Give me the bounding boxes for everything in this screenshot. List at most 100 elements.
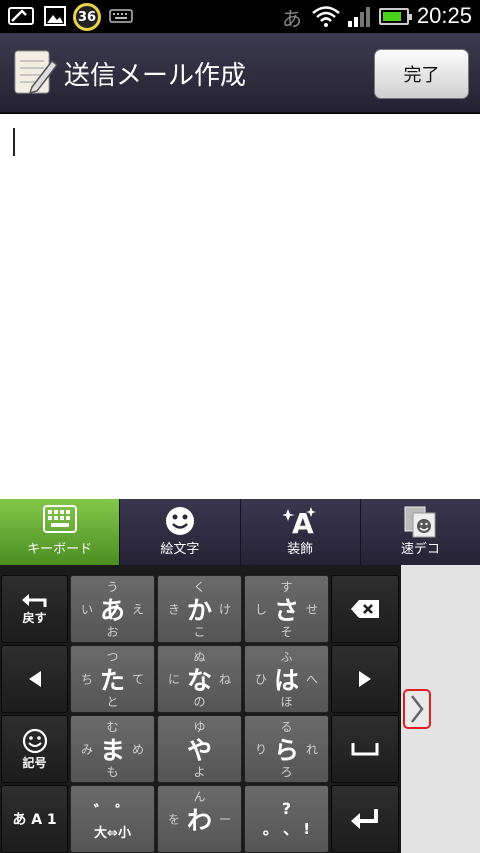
key-main: わ	[186, 806, 212, 835]
kana-key-sa[interactable]: す し さ せ そ	[244, 575, 329, 643]
flick-up: ん	[193, 790, 206, 804]
symbol-label: 記号	[22, 755, 47, 770]
tab-emoji[interactable]: 絵文字	[120, 499, 241, 565]
key-main: た	[99, 666, 125, 695]
flick-right: け	[218, 602, 231, 617]
notification-count-badge: 36	[73, 3, 101, 31]
keyboard-side-panel	[401, 565, 480, 853]
enter-icon	[351, 809, 378, 829]
space-icon	[351, 743, 379, 756]
space-key[interactable]	[331, 715, 399, 783]
flick-right: へ	[305, 672, 318, 687]
flick-up: る	[280, 720, 293, 734]
kana-key-a[interactable]: う い あ え お	[70, 575, 155, 643]
mail-sync-icon	[8, 5, 36, 27]
smiley-icon	[22, 728, 47, 753]
flick-up: つ	[106, 650, 119, 664]
keyboard-status-icon	[109, 5, 133, 27]
status-bar: 36 あ 20:25	[0, 0, 480, 33]
kana-key-ta[interactable]: つ ち た て と	[70, 645, 155, 713]
flick-left: し	[255, 602, 268, 617]
flick-right: め	[131, 742, 144, 757]
message-body-input[interactable]	[0, 114, 480, 499]
kana-key-ra[interactable]: る り ら れ ろ	[244, 715, 329, 783]
flick-down: の	[193, 695, 206, 709]
symbol-key[interactable]: 記号	[1, 715, 68, 783]
input-mode-label: あ A 1	[12, 812, 57, 828]
backspace-key[interactable]	[331, 575, 399, 643]
wifi-icon	[311, 5, 341, 27]
flick-down: そ	[280, 625, 293, 639]
flick-down: ろ	[280, 765, 293, 779]
smiley-icon	[164, 505, 196, 541]
key-main: ま	[99, 736, 125, 765]
flick-keyboard: 戻す 記号 あ A 1 う い あ え お く き か け こ す し さ せ …	[0, 565, 401, 853]
key-main: か	[186, 596, 212, 625]
kana-key-wa[interactable]: ん を わ ー	[157, 785, 242, 853]
tab-label: キーボード	[27, 542, 93, 557]
kana-key-ha[interactable]: ふ ひ は へ ほ	[244, 645, 329, 713]
key-main: な	[186, 666, 212, 695]
flick-down: お	[106, 625, 119, 639]
tab-keyboard[interactable]: キーボード	[0, 499, 121, 565]
keyboard-icon	[42, 505, 77, 537]
flick-up: む	[106, 720, 119, 734]
cursor-left-key[interactable]	[1, 645, 68, 713]
signal-icon	[347, 5, 373, 27]
flick-up: す	[280, 580, 293, 594]
flick-left: い	[81, 602, 94, 617]
kana-key-ka[interactable]: く き か け こ	[157, 575, 242, 643]
tab-decoration[interactable]: A 装飾	[240, 499, 361, 565]
app-header: 送信メール作成 完了	[0, 33, 480, 113]
input-mode-key[interactable]: あ A 1	[1, 785, 68, 853]
key-main: や	[186, 736, 212, 765]
flick-right: え	[131, 602, 144, 617]
flick-down: と	[106, 695, 119, 709]
flick-up: く	[193, 580, 206, 594]
clock: 20:25	[416, 3, 472, 28]
expand-panel-button[interactable]	[403, 689, 431, 729]
flick-down: ほ	[280, 695, 293, 709]
backspace-icon	[351, 600, 379, 618]
flick-left: を	[168, 812, 181, 827]
flick-right: ね	[218, 672, 231, 687]
tab-quick-deco[interactable]: 速デコ	[360, 499, 480, 565]
text-caret	[13, 128, 15, 156]
flick-left: み	[81, 742, 94, 757]
done-button[interactable]: 完了	[374, 49, 469, 99]
flick-left: に	[168, 672, 181, 687]
chevron-right-icon	[411, 695, 424, 723]
kana-key-ya[interactable]: ゆ や よ	[157, 715, 242, 783]
key-main: あ	[99, 596, 125, 625]
punctuation-label: 。 、 !	[262, 820, 311, 838]
flick-down: よ	[193, 765, 206, 779]
flick-right: て	[131, 672, 144, 687]
flick-down: も	[106, 765, 119, 779]
flick-right: せ	[305, 602, 318, 617]
enter-key[interactable]	[331, 785, 399, 853]
cursor-right-key[interactable]	[331, 645, 399, 713]
undo-label: 戻す	[22, 610, 47, 625]
dakuten-toggle-key[interactable]: ゛ ゜ 大⇔小	[70, 785, 155, 853]
key-main: は	[273, 666, 299, 695]
size-toggle-label: 大⇔小	[94, 825, 131, 841]
dakuten-label: ゛ ゜	[93, 801, 132, 821]
decoration-icon: A	[281, 505, 317, 541]
question-label: ?	[281, 799, 292, 818]
flick-up: ふ	[280, 650, 293, 664]
key-main: さ	[273, 596, 299, 625]
kana-key-na[interactable]: ぬ に な ね の	[157, 645, 242, 713]
punctuation-key[interactable]: ? 。 、 !	[244, 785, 329, 853]
flick-right: れ	[305, 742, 318, 757]
flick-down: こ	[193, 625, 206, 639]
flick-left: き	[168, 602, 181, 617]
flick-left: ひ	[255, 672, 268, 687]
quick-deco-icon	[403, 505, 437, 543]
ime-indicator: あ	[282, 7, 302, 31]
undo-key[interactable]: 戻す	[1, 575, 68, 643]
compose-mail-icon	[12, 47, 59, 97]
triangle-left-icon	[28, 671, 41, 687]
flick-left: ち	[81, 672, 94, 687]
kana-key-ma[interactable]: む み ま め も	[70, 715, 155, 783]
flick-up: ゆ	[193, 720, 206, 734]
